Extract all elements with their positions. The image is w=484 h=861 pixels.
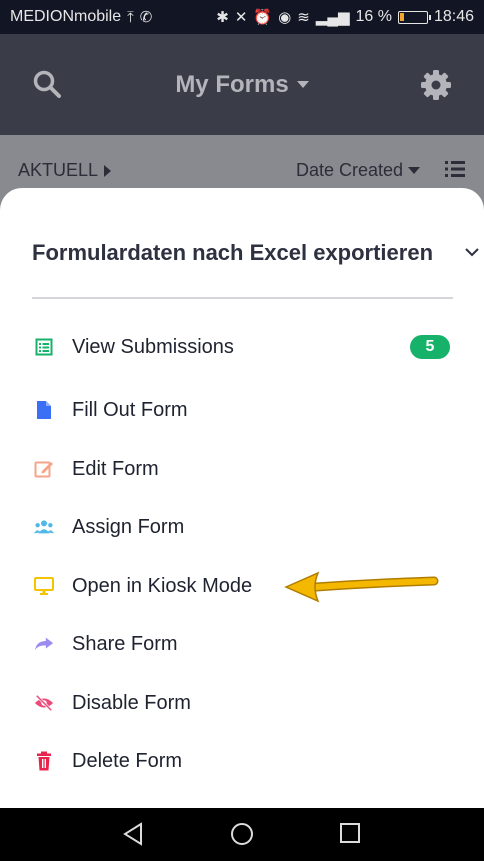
- divider: [32, 297, 453, 299]
- menu-item-share-form[interactable]: Share Form: [0, 622, 484, 666]
- menu-item-label: Open in Kiosk Mode: [72, 574, 253, 597]
- bluetooth-icon: ✱: [216, 9, 229, 26]
- document-icon: [34, 400, 54, 420]
- carrier-name: MEDIONmobile: [10, 8, 122, 25]
- chevron-down-icon: [408, 167, 421, 174]
- app-bar: My Forms: [0, 34, 484, 135]
- menu-item-view-submissions[interactable]: View Submissions 5: [0, 325, 484, 369]
- menu-item-disable-form[interactable]: Disable Form: [0, 681, 484, 725]
- sort-selector[interactable]: Date Created: [296, 160, 421, 181]
- chevron-right-icon: [104, 164, 112, 177]
- gear-icon[interactable]: [420, 69, 452, 101]
- signal-icon: ▂▄▆: [315, 9, 350, 26]
- alarm-icon: ⏰: [253, 9, 273, 26]
- chevron-down-icon[interactable]: [464, 244, 480, 260]
- menu-item-label: Assign Form: [72, 515, 185, 538]
- share-arrow-icon: [34, 634, 54, 654]
- status-bar: MEDIONmobile ⤒ ✆ ✱ ✕ ⏰ ◉ ≋ ▂▄▆ 16 % 18:4…: [0, 0, 484, 34]
- battery-percent: 16 %: [355, 8, 392, 25]
- home-icon[interactable]: [230, 822, 254, 846]
- sheet-title: Formulardaten nach Excel exportieren: [32, 240, 434, 265]
- submission-count-badge: 5: [410, 335, 450, 359]
- menu-item-label: Disable Form: [72, 691, 191, 714]
- wifi-icon: ≋: [297, 9, 310, 26]
- menu-item-label: Share Form: [72, 632, 178, 655]
- mute-icon: ✕: [234, 9, 248, 26]
- battery-icon: [397, 10, 431, 24]
- trash-icon: [34, 751, 54, 771]
- recents-icon[interactable]: [339, 822, 361, 844]
- page-title: My Forms: [175, 70, 289, 98]
- eye-off-icon: [34, 693, 54, 713]
- menu-item-label: Delete Form: [72, 749, 183, 772]
- menu-item-label: Edit Form: [72, 457, 159, 480]
- menu-item-edit-form[interactable]: Edit Form: [0, 447, 484, 491]
- sort-label: Date Created: [296, 160, 404, 180]
- whatsapp-icon: ✆: [139, 9, 153, 26]
- forms-dropdown[interactable]: My Forms: [175, 70, 309, 99]
- form-actions-sheet: Formulardaten nach Excel exportieren Vie…: [0, 188, 484, 808]
- eye-icon: ◉: [278, 9, 292, 26]
- list-icon: [34, 337, 54, 357]
- filter-selector[interactable]: AKTUELL: [18, 160, 112, 181]
- users-icon: [34, 517, 54, 537]
- annotation-arrow-icon: [284, 571, 439, 603]
- system-nav-bar: [0, 808, 484, 861]
- monitor-icon: [34, 576, 54, 596]
- edit-icon: [34, 459, 54, 479]
- search-icon[interactable]: [33, 70, 61, 98]
- menu-item-label: Fill Out Form: [72, 398, 188, 421]
- menu-item-assign-form[interactable]: Assign Form: [0, 505, 484, 549]
- menu-item-fill-out-form[interactable]: Fill Out Form: [0, 388, 484, 432]
- back-icon[interactable]: [122, 822, 144, 846]
- chevron-down-icon: [296, 81, 309, 88]
- menu-item-delete-form[interactable]: Delete Form: [0, 739, 484, 783]
- clock: 18:46: [433, 8, 474, 25]
- upload-icon: ⤒: [127, 8, 134, 26]
- filter-label: AKTUELL: [18, 160, 99, 180]
- menu-item-label: View Submissions: [72, 335, 234, 358]
- list-view-icon[interactable]: [445, 160, 465, 178]
